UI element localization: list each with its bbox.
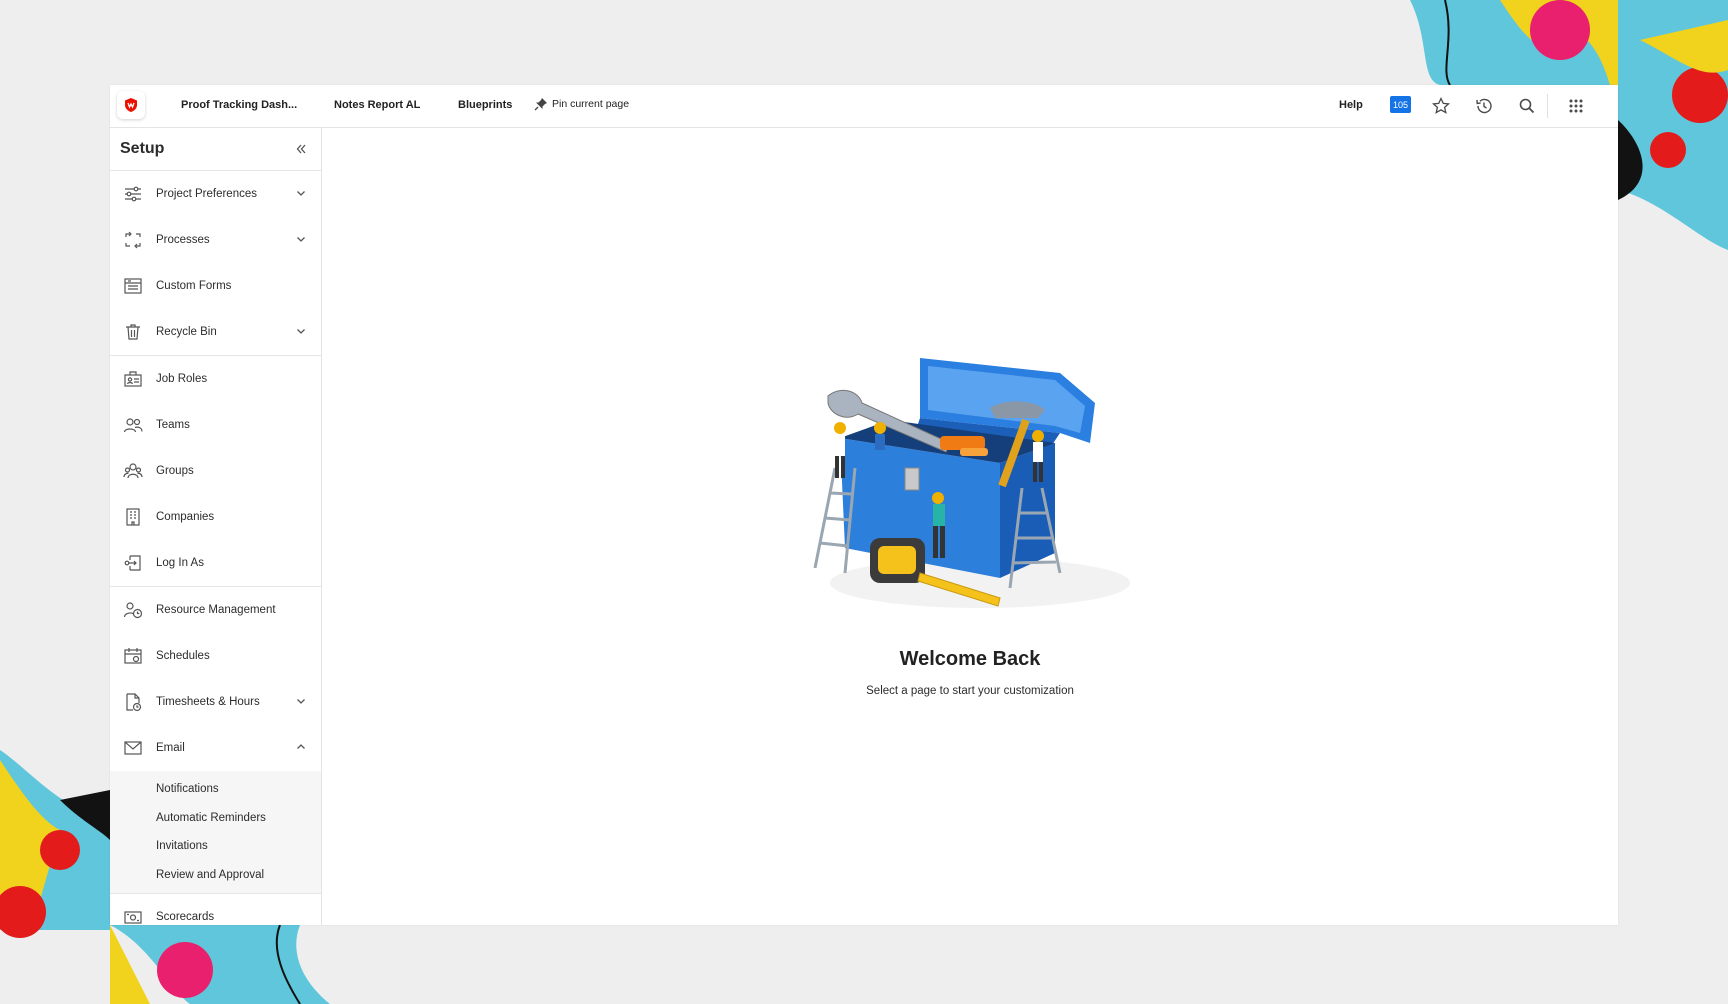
trash-icon: [122, 321, 144, 343]
sidebar-item-label: Timesheets & Hours: [156, 696, 260, 708]
tab-proof-tracking[interactable]: Proof Tracking Dash...: [181, 99, 297, 111]
pin-label: Pin current page: [552, 98, 630, 110]
sidebar-item-companies[interactable]: Companies: [110, 494, 321, 540]
sidebar-item-timesheets-hours[interactable]: Timesheets & Hours: [110, 679, 321, 725]
sidebar-item-label: Project Preferences: [156, 188, 257, 200]
forms-icon: [122, 275, 144, 297]
sidebar-item-job-roles[interactable]: Job Roles: [110, 356, 321, 402]
sidebar-item-label: Companies: [156, 511, 215, 523]
sidebar-item-label: Custom Forms: [156, 280, 232, 292]
sidebar-item-email[interactable]: Email: [110, 725, 321, 771]
resource-icon: [122, 599, 144, 621]
sidebar-item-resource-management[interactable]: Resource Management: [110, 587, 321, 633]
calendar-icon: [122, 645, 144, 667]
sidebar-item-schedules[interactable]: Schedules: [110, 633, 321, 679]
pin-current-page-button[interactable]: Pin current page: [534, 97, 629, 111]
chevron-down-icon[interactable]: [295, 233, 307, 245]
logo-icon: [125, 98, 137, 112]
tab-notes-report[interactable]: Notes Report AL: [334, 99, 420, 111]
top-navigation-bar: Proof Tracking Dash... Notes Report AL B…: [110, 85, 1618, 128]
welcome-heading: Welcome Back: [899, 648, 1041, 670]
mail-icon: [122, 737, 144, 759]
sidebar-item-processes[interactable]: Processes: [110, 217, 321, 263]
submenu-item-notifications[interactable]: Notifications: [110, 775, 321, 804]
submenu-item-review-and-approval[interactable]: Review and Approval: [110, 861, 321, 890]
sidebar-item-label: Scorecards: [156, 911, 215, 923]
chevron-up-icon[interactable]: [295, 741, 307, 753]
sidebar-title: Setup: [120, 140, 165, 157]
welcome-subtext: Select a page to start your customizatio…: [866, 685, 1074, 697]
sidebar-item-scorecards[interactable]: Scorecards: [110, 894, 321, 925]
sidebar-item-teams[interactable]: Teams: [110, 402, 321, 448]
building-icon: [122, 506, 144, 528]
submenu-item-invitations[interactable]: Invitations: [110, 832, 321, 861]
sidebar-item-label: Log In As: [156, 557, 204, 569]
app-window: Proof Tracking Dash... Notes Report AL B…: [110, 85, 1618, 925]
sidebar-item-log-in-as[interactable]: Log In As: [110, 540, 321, 586]
tab-blueprints[interactable]: Blueprints: [458, 99, 512, 111]
main-content: Welcome Back Select a page to start your…: [322, 128, 1618, 925]
sidebar-item-label: Email: [156, 742, 185, 754]
chevron-down-icon[interactable]: [295, 325, 307, 337]
chevron-down-icon[interactable]: [295, 187, 307, 199]
sidebar-item-label: Schedules: [156, 650, 210, 662]
login-as-icon: [122, 552, 144, 574]
notification-badge[interactable]: 105: [1390, 96, 1411, 113]
sidebar-item-groups[interactable]: Groups: [110, 448, 321, 494]
setup-sidebar: Setup Project Preferences Processes Cust…: [110, 128, 322, 925]
toolbox-illustration: [813, 358, 1130, 608]
sliders-icon: [122, 183, 144, 205]
workfront-logo[interactable]: [117, 91, 145, 119]
search-icon[interactable]: [1517, 96, 1537, 116]
groups-icon: [122, 460, 144, 482]
sidebar-item-custom-forms[interactable]: Custom Forms: [110, 263, 321, 309]
sidebar-item-label: Groups: [156, 465, 194, 477]
sidebar-header: Setup: [110, 128, 321, 171]
sidebar-item-label: Processes: [156, 234, 210, 246]
chevron-down-icon[interactable]: [295, 695, 307, 707]
sidebar-item-label: Job Roles: [156, 373, 208, 385]
app-grid-icon[interactable]: [1566, 96, 1586, 116]
collapse-sidebar-icon[interactable]: [293, 141, 309, 157]
processes-icon: [122, 229, 144, 251]
pin-icon: [534, 98, 547, 111]
sidebar-item-label: Resource Management: [156, 604, 276, 616]
email-submenu: Notifications Automatic Reminders Invita…: [110, 771, 321, 893]
timesheet-icon: [122, 691, 144, 713]
job-roles-icon: [122, 368, 144, 390]
submenu-item-automatic-reminders[interactable]: Automatic Reminders: [110, 804, 321, 833]
topbar-divider: [1547, 94, 1548, 118]
sidebar-item-label: Recycle Bin: [156, 326, 217, 338]
help-link[interactable]: Help: [1339, 99, 1363, 111]
scorecard-icon: [122, 906, 144, 925]
favorites-star-icon[interactable]: [1431, 96, 1451, 116]
sidebar-item-project-preferences[interactable]: Project Preferences: [110, 171, 321, 217]
recents-history-icon[interactable]: [1474, 96, 1494, 116]
sidebar-item-label: Teams: [156, 419, 190, 431]
sidebar-item-recycle-bin[interactable]: Recycle Bin: [110, 309, 321, 355]
teams-icon: [122, 414, 144, 436]
